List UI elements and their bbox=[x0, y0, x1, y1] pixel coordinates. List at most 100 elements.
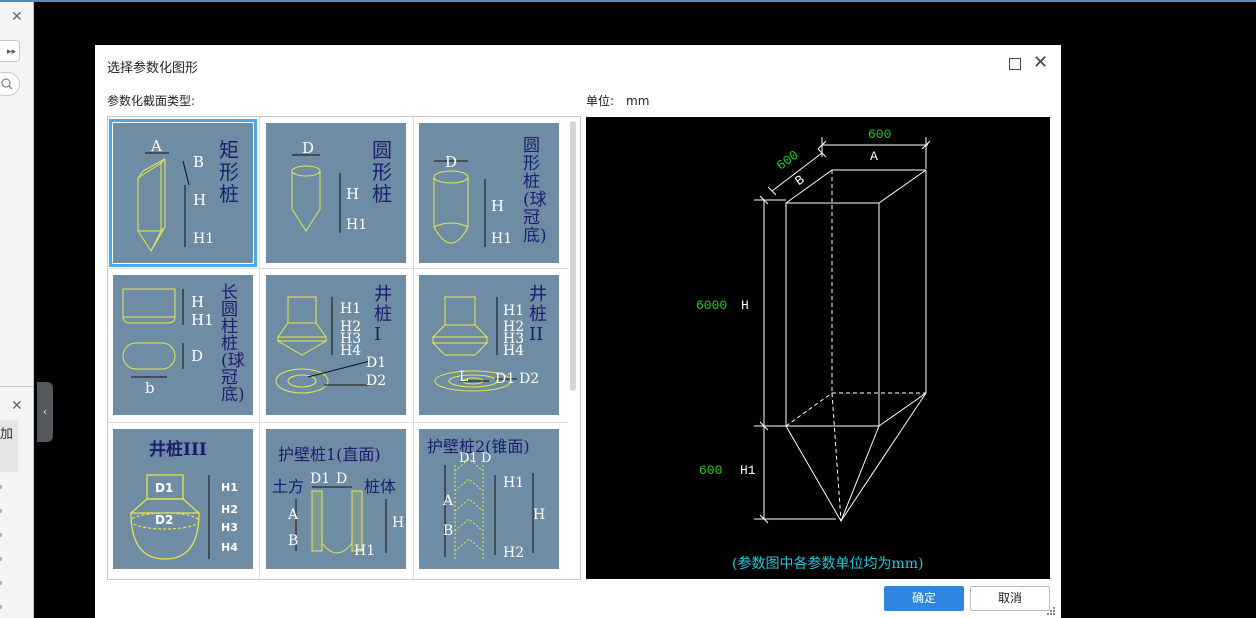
shape-label-B: B bbox=[443, 523, 454, 539]
shape-round-pile[interactable]: D H H1 圆形桩 bbox=[266, 123, 406, 263]
list-bullet bbox=[0, 557, 2, 561]
dialog-title: 选择参数化图形 bbox=[107, 61, 199, 76]
dim-H-value: 6000 bbox=[696, 298, 728, 313]
shape-label-H1: H1 bbox=[346, 217, 368, 233]
dim-H1-value: 600 bbox=[699, 463, 723, 478]
shape-label-D1: D1 bbox=[310, 471, 331, 487]
search-icon bbox=[1, 78, 13, 90]
panel-divider bbox=[0, 386, 33, 387]
panel-close-icon-2[interactable]: ✕ bbox=[11, 399, 23, 413]
unit-value: mm bbox=[626, 94, 650, 108]
shape-label-pile-body: 桩体 bbox=[364, 477, 397, 496]
section-type-label: 参数化截面类型: bbox=[107, 94, 196, 108]
shape-retaining-pile-1[interactable]: 护壁桩1(直面) 土方 D1 D 桩体 A B H H1 bbox=[266, 429, 406, 569]
shape-label-H: H bbox=[491, 197, 505, 215]
shape-preview-panel: 600 A 600 B 6000 H 600 H1 (参数图中各参数单位均为mm… bbox=[586, 117, 1050, 579]
preview-unit-note: (参数图中各参数单位均为mm) bbox=[732, 556, 924, 572]
rect-pile-preview-drawing bbox=[754, 137, 931, 524]
shape-label-H3: H3 bbox=[221, 521, 238, 534]
shape-well-pile-1[interactable]: H1 H2 H3 H4 D1 D2 井桩I bbox=[266, 275, 406, 415]
add-label: 加 bbox=[0, 427, 14, 442]
expand-button[interactable]: ▸▸ bbox=[0, 40, 20, 62]
shape-label-D1: D1 bbox=[459, 451, 478, 466]
shape-rect-pile[interactable]: A B H H1 矩形桩 bbox=[109, 119, 257, 267]
shape-label-H4: H4 bbox=[221, 541, 238, 554]
search-button[interactable] bbox=[0, 72, 20, 96]
shape-oblong-pile-spherical-base[interactable]: H H1 D b 长圆柱桩(球冠底) bbox=[113, 275, 253, 415]
shape-name: 圆形桩 bbox=[372, 138, 392, 206]
shape-label-D2: D2 bbox=[155, 513, 174, 527]
shape-label-B: B bbox=[288, 533, 299, 549]
shape-label-H: H bbox=[346, 185, 360, 203]
ok-button[interactable]: 确定 bbox=[884, 586, 964, 611]
shape-label-H1: H1 bbox=[193, 231, 215, 247]
add-button[interactable]: 加 bbox=[0, 420, 18, 472]
close-icon[interactable]: ✕ bbox=[1033, 53, 1048, 73]
list-bullet bbox=[0, 509, 2, 513]
shape-label-b: b bbox=[145, 379, 155, 397]
shape-label-A: A bbox=[443, 493, 454, 509]
shape-name: 圆形桩(球冠底) bbox=[523, 136, 547, 246]
shape-grid: A B H H1 矩形桩 D H H1 圆形桩 D H H1 圆形桩(球冠底) … bbox=[107, 116, 581, 580]
shape-label-D1: D1 bbox=[366, 355, 387, 371]
shape-label-D: D bbox=[302, 139, 315, 157]
cancel-button[interactable]: 取消 bbox=[970, 586, 1050, 611]
list-bullet bbox=[0, 581, 2, 585]
shape-label-D: D bbox=[445, 153, 458, 171]
dim-H-label: H bbox=[741, 298, 749, 313]
shape-label-L: L bbox=[459, 369, 469, 385]
shape-label-H1: H1 bbox=[503, 303, 525, 319]
shape-label-H4: H4 bbox=[503, 343, 525, 359]
grid-divider bbox=[108, 422, 568, 423]
shape-label-H2: H2 bbox=[221, 503, 238, 516]
shape-name: 矩形桩 bbox=[219, 138, 239, 206]
shape-name: 井桩II bbox=[529, 284, 547, 345]
list-bullet bbox=[0, 485, 2, 489]
shape-label-D1: D1 bbox=[495, 371, 516, 387]
maximize-icon[interactable] bbox=[1009, 58, 1021, 70]
window-top-border bbox=[0, 0, 1256, 2]
shape-label-D: D bbox=[191, 347, 204, 365]
shape-label-H1: H1 bbox=[354, 543, 376, 559]
collapse-panel-button[interactable]: ‹ bbox=[37, 382, 53, 442]
dim-H1-label: H1 bbox=[740, 463, 756, 478]
shape-label-earth: 土方 bbox=[272, 477, 305, 496]
list-bullet bbox=[0, 605, 2, 609]
shape-name: 长圆柱桩(球冠底) bbox=[221, 283, 245, 405]
unit-label: 单位: mm bbox=[586, 92, 649, 109]
shape-label-H1: H1 bbox=[221, 481, 238, 494]
shape-label-H: H bbox=[533, 507, 546, 523]
grid-divider bbox=[259, 117, 260, 579]
left-side-panel: ✕ ▸▸ ✕ 加 bbox=[0, 2, 34, 618]
shape-label-H1: H1 bbox=[503, 475, 525, 491]
resize-grip-icon[interactable] bbox=[1047, 607, 1055, 615]
shape-label-H2: H2 bbox=[503, 545, 525, 561]
shape-retaining-pile-2[interactable]: 护壁桩2(锥面) D1 D H1 A B H H2 bbox=[419, 429, 559, 569]
shape-label-H: H bbox=[193, 191, 207, 209]
grid-scrollbar[interactable] bbox=[570, 121, 576, 391]
dim-A-value: 600 bbox=[868, 127, 892, 142]
grid-divider bbox=[413, 117, 414, 579]
shape-name: 井桩III bbox=[149, 440, 207, 460]
list-bullet bbox=[0, 533, 2, 537]
shape-label-H4: H4 bbox=[340, 343, 362, 359]
unit-caption: 单位: bbox=[586, 94, 615, 108]
dim-A-label: A bbox=[870, 149, 878, 164]
shape-name: 护壁桩2(锥面) bbox=[427, 437, 530, 456]
shape-well-pile-2[interactable]: H1 H2 H3 H4 L D1 D2 井桩II bbox=[419, 275, 559, 415]
shape-label-H1: H1 bbox=[340, 301, 362, 317]
panel-close-icon[interactable]: ✕ bbox=[11, 10, 23, 24]
shape-label-H: H bbox=[392, 515, 405, 531]
shape-label-D2: D2 bbox=[519, 371, 540, 387]
shape-name: 护壁桩1(直面) bbox=[278, 445, 381, 464]
shape-well-pile-3[interactable]: 井桩III D1 D2 H1 H2 H3 H4 bbox=[113, 429, 253, 569]
shape-label-D2: D2 bbox=[366, 373, 387, 389]
shape-name: 井桩I bbox=[374, 284, 392, 345]
shape-label-D: D bbox=[481, 451, 492, 466]
shape-label-D: D bbox=[336, 471, 348, 487]
grid-divider bbox=[108, 268, 568, 269]
shape-label-H1: H1 bbox=[491, 231, 513, 247]
shape-round-pile-spherical-base[interactable]: D H H1 圆形桩(球冠底) bbox=[419, 123, 559, 263]
shape-label-A: A bbox=[288, 507, 299, 523]
shape-label-H1: H1 bbox=[191, 311, 214, 329]
